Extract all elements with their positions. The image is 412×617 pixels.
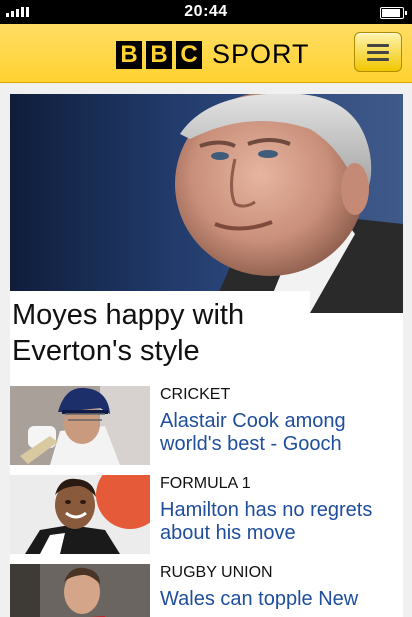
story-thumbnail[interactable]	[10, 475, 150, 554]
phone-screen: 20:44 B B C SPORT Moyes happy with Evert…	[0, 0, 412, 617]
story-item[interactable]: FORMULA 1 Hamilton has no regrets about …	[10, 475, 403, 555]
photo-lewis-hamilton	[10, 475, 150, 554]
story-item[interactable]: RUGBY UNION Wales can topple New	[10, 564, 403, 617]
hero-headline[interactable]: Moyes happy with Everton's style	[10, 291, 310, 371]
bbc-sport-logo[interactable]: B B C SPORT	[116, 39, 310, 70]
photo-cricketer	[10, 386, 150, 465]
story-category: FORMULA 1	[160, 475, 251, 492]
story-title[interactable]: Hamilton has no regrets about his move	[160, 499, 400, 545]
logo-letter-b1: B	[116, 40, 142, 69]
status-bar: 20:44	[0, 0, 412, 24]
photo-rugby-player	[10, 564, 150, 617]
hero-image[interactable]	[10, 94, 403, 313]
story-title[interactable]: Alastair Cook among world's best - Gooch	[160, 410, 400, 456]
story-category: RUGBY UNION	[160, 564, 273, 581]
news-feed: Moyes happy with Everton's style CRICKET…	[10, 94, 403, 617]
battery-icon	[380, 7, 407, 19]
menu-button[interactable]	[354, 32, 402, 72]
hamburger-menu-icon	[367, 44, 389, 47]
story-thumbnail[interactable]	[10, 386, 150, 465]
story-category: CRICKET	[160, 386, 231, 403]
site-header: B B C SPORT	[0, 24, 412, 83]
logo-section-name: SPORT	[212, 39, 310, 69]
photo-david-moyes	[175, 94, 403, 313]
story-title[interactable]: Wales can topple New	[160, 588, 400, 611]
logo-letter-b2: B	[146, 40, 172, 69]
story-item[interactable]: CRICKET Alastair Cook among world's best…	[10, 386, 403, 466]
status-time: 20:44	[184, 3, 228, 20]
story-thumbnail[interactable]	[10, 564, 150, 617]
logo-letter-c: C	[176, 40, 202, 69]
